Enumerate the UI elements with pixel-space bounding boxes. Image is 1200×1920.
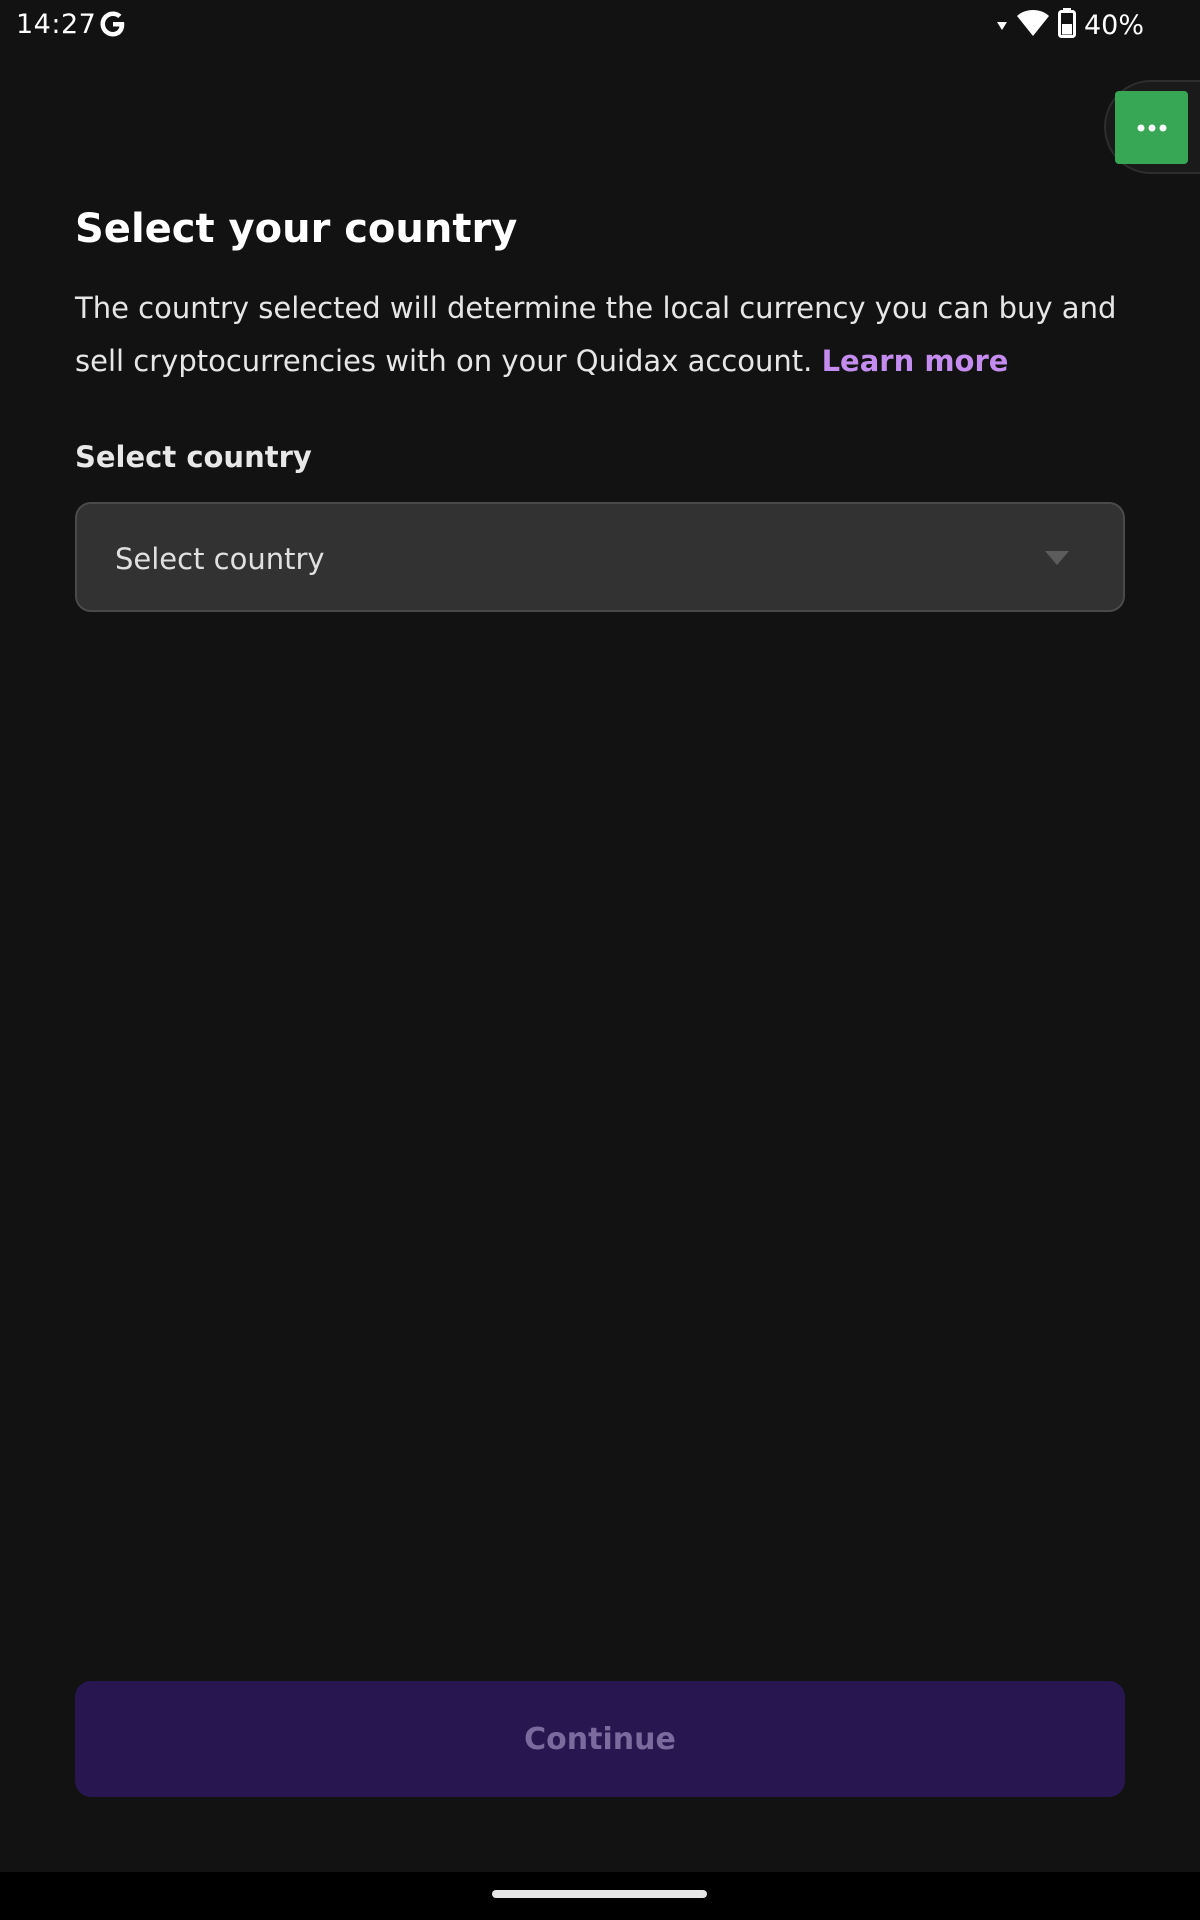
wifi-icon [1016, 9, 1050, 41]
page-description: The country selected will determine the … [75, 282, 1135, 388]
signal-arrow-icon [996, 16, 1008, 35]
status-time: 14:27 [16, 9, 97, 40]
floating-more-button[interactable] [1115, 91, 1188, 164]
country-field-label: Select country [75, 440, 312, 474]
page-title: Select your country [75, 206, 518, 252]
chevron-down-icon [1045, 551, 1069, 565]
continue-button[interactable]: Continue [75, 1681, 1125, 1797]
home-indicator[interactable] [492, 1890, 707, 1898]
status-icons: 40% [996, 8, 1144, 42]
country-select-dropdown[interactable]: Select country [75, 502, 1125, 612]
more-horizontal-icon [1137, 118, 1167, 137]
battery-icon [1057, 8, 1076, 42]
status-bar: 14:27 40% [0, 0, 1200, 50]
google-g-icon [98, 8, 128, 40]
battery-percentage: 40% [1083, 9, 1144, 41]
learn-more-link[interactable]: Learn more [822, 344, 1009, 378]
country-select-placeholder: Select country [115, 542, 325, 576]
